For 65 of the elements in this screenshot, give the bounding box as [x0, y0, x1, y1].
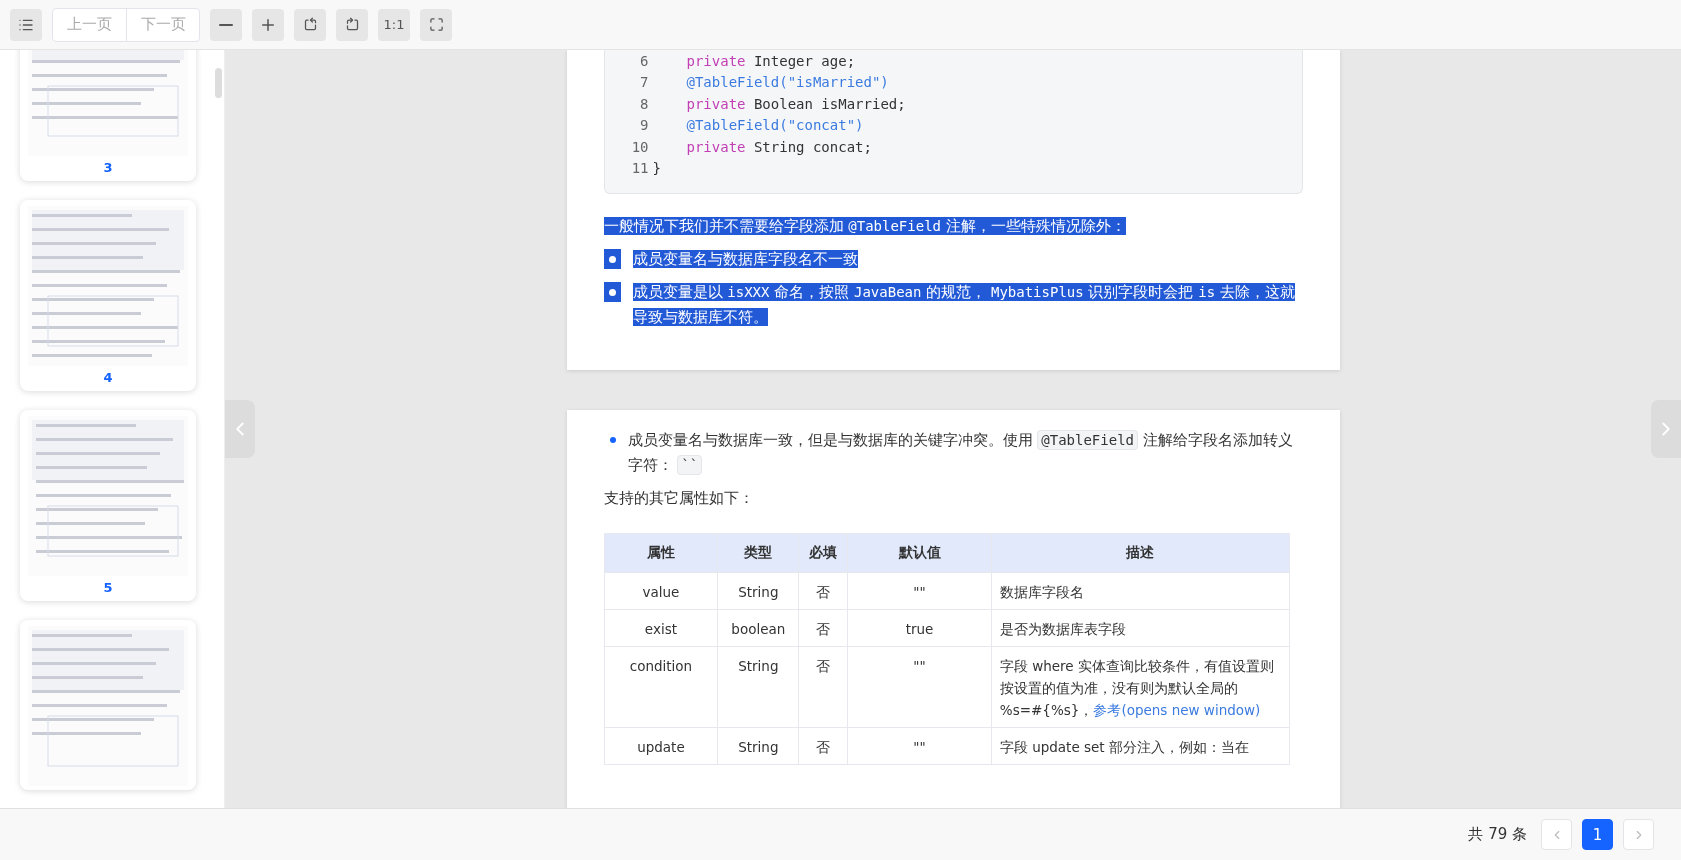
- column-header: 描述: [991, 533, 1289, 573]
- line-number: 10: [630, 138, 649, 155]
- rotate-right-button[interactable]: [336, 8, 368, 41]
- list-item: 成员变量名与数据库一致，但是与数据库的关键字冲突。使用 @TableField 注解给字段名添加转义字符： ``: [627, 429, 1294, 477]
- table-cell: 字段 where 实体查询比较条件，有值设置则按设置的值为准，没有则为默认全局的 %s=#{%s}，参考(opens new window): [991, 646, 1289, 728]
- page-thumbnail[interactable]: 5: [20, 410, 196, 601]
- line-number: 9: [639, 117, 649, 134]
- list-item: 成员变量是以 isXXX 命名，按照 JavaBean 的规范， MybatisPlus 识别字段时会把 is 去除，这就导致与数据库不符。: [632, 282, 1296, 328]
- column-header: 属性: [604, 533, 718, 573]
- menu-button[interactable]: [10, 8, 42, 41]
- rotate-left-icon: [302, 17, 318, 32]
- minus-icon: [219, 23, 233, 26]
- page-thumbnail[interactable]: 3: [20, 50, 196, 181]
- table-cell: boolean: [717, 609, 799, 647]
- code-line: @TableField("isMarried"): [685, 74, 889, 91]
- bullet-icon: [603, 282, 621, 302]
- fullscreen-icon: [428, 17, 444, 32]
- paragraph: 一般情况下我们并不需要给字段添加 @TableField 注解，一些特殊情况除外：: [603, 216, 1127, 237]
- line-number: 6: [639, 52, 649, 69]
- zoom-in-button[interactable]: [252, 8, 284, 41]
- page-button[interactable]: 1: [1582, 819, 1613, 850]
- line-number: 8: [639, 95, 649, 112]
- bullet-icon: [603, 249, 621, 269]
- page-thumbnail[interactable]: 4: [20, 200, 196, 391]
- table-cell: "": [847, 572, 992, 610]
- table-cell: String: [717, 572, 799, 610]
- line-number: 11: [630, 160, 649, 177]
- code-line: @TableField("concat"): [685, 117, 864, 134]
- page-number: 4: [103, 369, 113, 387]
- table-cell: String: [717, 646, 799, 728]
- table-cell: 否: [798, 609, 848, 647]
- table-cell: "": [847, 727, 992, 765]
- column-header: 必填: [798, 533, 848, 573]
- rotate-right-icon: [344, 17, 360, 32]
- table-cell: 否: [798, 572, 848, 610]
- table-cell: update: [604, 727, 718, 765]
- table-cell: 数据库字段名: [991, 572, 1289, 610]
- paragraph: 支持的其它属性如下：: [603, 488, 755, 509]
- total-count: 共 79 条: [1468, 825, 1527, 844]
- column-header: 默认值: [847, 533, 992, 573]
- bullet-icon: [609, 437, 616, 443]
- code-line: }: [651, 160, 661, 177]
- table-cell: true: [847, 609, 992, 647]
- list-item: 成员变量名与数据库字段名不一致: [632, 249, 858, 270]
- table-cell: 字段 update set 部分注入，例如：当在: [991, 727, 1289, 765]
- table-cell: String: [717, 727, 799, 765]
- table-cell: 否: [798, 727, 848, 765]
- rotate-left-button[interactable]: [294, 8, 326, 41]
- table-cell: "": [847, 646, 992, 728]
- scrollbar-thumb[interactable]: [215, 68, 222, 98]
- table-cell: 是否为数据库表字段: [991, 609, 1289, 647]
- table-cell: 否: [798, 646, 848, 728]
- table-cell: value: [604, 572, 718, 610]
- code-line: private String concat;: [685, 138, 872, 155]
- page-number: 5: [103, 579, 113, 597]
- code-line: private Boolean isMarried;: [685, 95, 906, 112]
- column-header: 类型: [717, 533, 799, 573]
- table-cell: exist: [604, 609, 718, 647]
- page-number: 3: [103, 159, 113, 177]
- table-cell: condition: [604, 646, 718, 728]
- actual-size-button[interactable]: 1:1: [378, 8, 410, 41]
- fullscreen-button[interactable]: [420, 8, 452, 41]
- zoom-out-button[interactable]: [210, 8, 242, 41]
- line-number: 7: [639, 74, 649, 91]
- code-line: private Integer age;: [685, 52, 856, 69]
